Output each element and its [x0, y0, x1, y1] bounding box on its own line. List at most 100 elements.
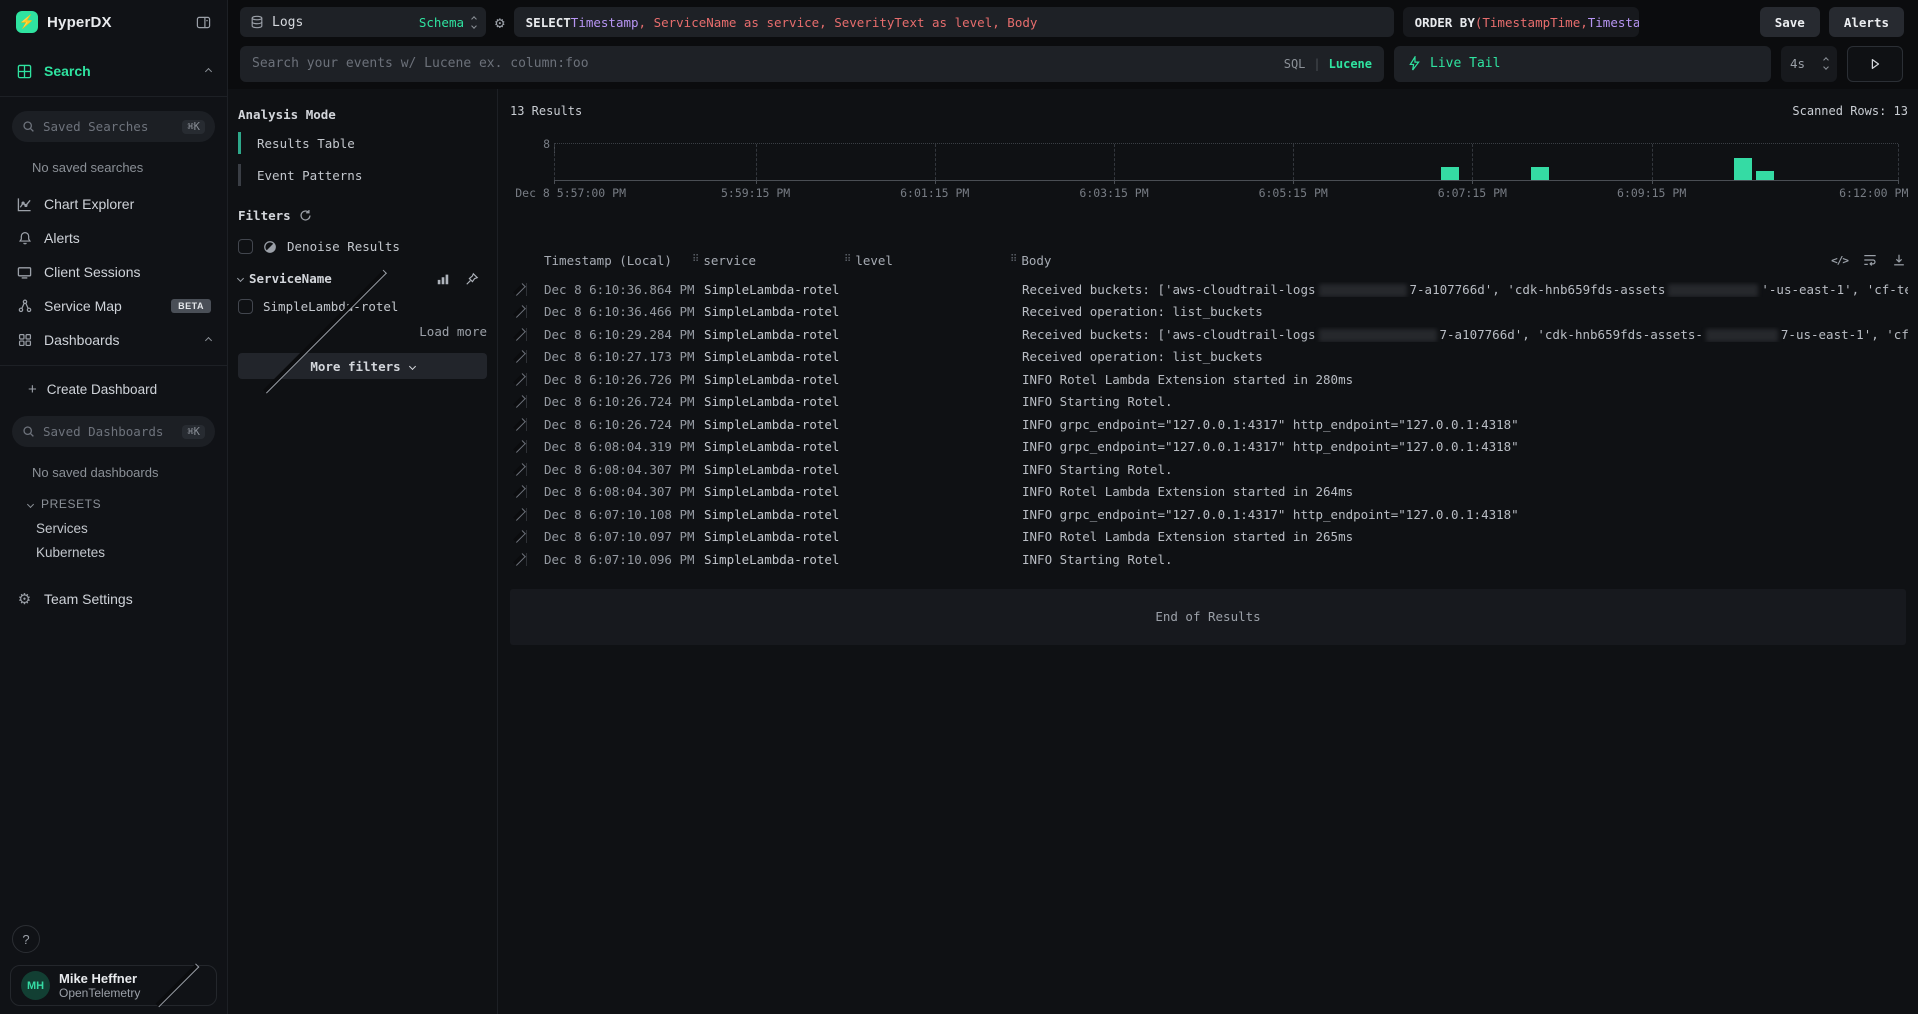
filter-value-checkbox[interactable]: [238, 299, 253, 314]
download-icon[interactable]: [1892, 253, 1906, 267]
lucene-toggle[interactable]: Lucene: [1329, 57, 1372, 71]
alerts-button[interactable]: Alerts: [1829, 7, 1904, 37]
sidebar-item-team-settings[interactable]: ⚙ Team Settings: [0, 582, 227, 616]
row-expand-cell[interactable]: [510, 422, 526, 427]
sql-toggle[interactable]: SQL: [1284, 57, 1306, 71]
row-expand-icon[interactable]: [513, 440, 526, 453]
histogram-bar[interactable]: [1734, 158, 1752, 181]
schema-label[interactable]: Schema: [419, 15, 464, 30]
more-filters-button[interactable]: More filters: [238, 353, 487, 379]
event-search-input[interactable]: [252, 56, 1276, 71]
row-expand-cell[interactable]: [510, 287, 526, 292]
row-expand-icon[interactable]: [513, 530, 526, 543]
row-expand-cell[interactable]: [510, 377, 526, 382]
row-expand-cell[interactable]: [510, 444, 526, 449]
row-expand-cell[interactable]: [510, 354, 526, 359]
select-query-input[interactable]: SELECT Timestamp, ServiceName as service…: [514, 7, 1394, 37]
filter-value-simplelambda[interactable]: SimpleLambda-rotel: [238, 299, 487, 314]
row-expand-cell[interactable]: [510, 512, 526, 517]
presets-toggle[interactable]: PRESETS: [0, 492, 227, 516]
saved-dashboards-field[interactable]: [43, 424, 174, 439]
column-header-body[interactable]: ⠿ Body </>: [1010, 253, 1908, 268]
row-expand-icon[interactable]: [513, 395, 526, 408]
wrap-lines-icon[interactable]: [1863, 253, 1877, 267]
row-expand-icon[interactable]: [513, 485, 526, 498]
source-select[interactable]: Logs Schema: [240, 7, 486, 37]
sidebar-item-alerts[interactable]: Alerts: [0, 221, 227, 255]
row-expand-icon[interactable]: [513, 328, 526, 341]
load-more-button[interactable]: Load more: [238, 324, 487, 339]
row-expand-cell[interactable]: [510, 467, 526, 472]
log-row[interactable]: Dec 8 6:10:36.466 PMSimpleLambda-rotelRe…: [510, 301, 1908, 324]
play-button[interactable]: [1847, 46, 1903, 82]
user-card[interactable]: MH Mike Heffner OpenTelemetry: [10, 965, 217, 1006]
log-row[interactable]: Dec 8 6:08:04.319 PMSimpleLambda-rotelIN…: [510, 436, 1908, 459]
sidebar-item-label: Chart Explorer: [44, 196, 134, 212]
log-row[interactable]: Dec 8 6:10:26.724 PMSimpleLambda-rotelIN…: [510, 391, 1908, 414]
row-expand-icon[interactable]: [513, 305, 526, 318]
histogram-bar[interactable]: [1441, 167, 1459, 181]
log-row[interactable]: Dec 8 6:07:10.108 PMSimpleLambda-rotelIN…: [510, 503, 1908, 526]
mode-event-patterns[interactable]: Event Patterns: [238, 164, 487, 186]
saved-searches-input[interactable]: ⌘K: [12, 111, 215, 142]
saved-searches-field[interactable]: [43, 119, 174, 134]
sidebar-item-client-sessions[interactable]: Client Sessions: [0, 255, 227, 289]
preset-item-kubernetes[interactable]: Kubernetes: [0, 540, 227, 564]
drag-handle-icon[interactable]: ⠿: [692, 255, 699, 265]
row-expand-icon[interactable]: [513, 373, 526, 386]
help-button[interactable]: ?: [12, 925, 40, 953]
log-row[interactable]: Dec 8 6:10:26.726 PMSimpleLambda-rotelIN…: [510, 368, 1908, 391]
denoise-results-option[interactable]: Denoise Results: [238, 239, 487, 254]
sidebar-collapse-icon[interactable]: [196, 15, 211, 30]
saved-dashboards-input[interactable]: ⌘K: [12, 416, 215, 447]
log-row[interactable]: Dec 8 6:07:10.097 PMSimpleLambda-rotelIN…: [510, 526, 1908, 549]
drag-handle-icon[interactable]: ⠿: [844, 255, 851, 265]
log-row[interactable]: Dec 8 6:10:26.724 PMSimpleLambda-rotelIN…: [510, 413, 1908, 436]
save-button[interactable]: Save: [1760, 7, 1820, 37]
row-expand-icon[interactable]: [513, 463, 526, 476]
row-expand-icon[interactable]: [513, 508, 526, 521]
sidebar-item-chart-explorer[interactable]: Chart Explorer: [0, 187, 227, 221]
gear-icon[interactable]: ⚙: [495, 13, 505, 32]
log-row[interactable]: Dec 8 6:10:36.864 PMSimpleLambda-rotelRe…: [510, 278, 1908, 301]
drag-handle-icon[interactable]: ⠿: [1010, 255, 1017, 265]
denoise-checkbox[interactable]: [238, 239, 253, 254]
log-row[interactable]: Dec 8 6:08:04.307 PMSimpleLambda-rotelIN…: [510, 481, 1908, 504]
row-expand-cell[interactable]: [510, 557, 526, 562]
histogram-bar[interactable]: [1531, 167, 1549, 181]
sidebar-item-search[interactable]: Search: [0, 54, 227, 88]
sidebar-item-label: Dashboards: [44, 332, 120, 348]
log-row[interactable]: Dec 8 6:07:10.096 PMSimpleLambda-rotelIN…: [510, 548, 1908, 571]
preset-item-services[interactable]: Services: [0, 516, 227, 540]
row-expand-cell[interactable]: [510, 309, 526, 314]
chart-mini-icon[interactable]: [436, 272, 450, 286]
row-expand-cell[interactable]: [510, 399, 526, 404]
create-dashboard-button[interactable]: + Create Dashboard: [0, 374, 227, 404]
mode-results-table[interactable]: Results Table: [238, 132, 487, 154]
log-row[interactable]: Dec 8 6:10:29.284 PMSimpleLambda-rotelRe…: [510, 323, 1908, 346]
column-header-service[interactable]: ⠿ service: [692, 253, 844, 268]
row-expand-icon[interactable]: [513, 553, 526, 566]
order-by-input[interactable]: ORDER BY (TimestampTime, Timestamp) DESC: [1403, 7, 1639, 37]
row-expand-icon[interactable]: [513, 283, 526, 296]
row-expand-icon[interactable]: [513, 418, 526, 431]
refresh-interval-select[interactable]: 4s: [1781, 46, 1837, 82]
event-search-box[interactable]: SQL | Lucene: [240, 46, 1384, 82]
sidebar-item-service-map[interactable]: Service Map BETA: [0, 289, 227, 323]
filter-group-servicename[interactable]: ServiceName: [238, 271, 487, 286]
view-source-icon[interactable]: </>: [1831, 254, 1848, 267]
row-expand-cell[interactable]: [510, 534, 526, 539]
row-expand-icon[interactable]: [513, 350, 526, 363]
sidebar-item-dashboards[interactable]: Dashboards: [0, 323, 227, 357]
refresh-icon[interactable]: [299, 209, 312, 222]
histogram-bar[interactable]: [1756, 171, 1774, 180]
live-tail-button[interactable]: Live Tail: [1394, 46, 1771, 82]
row-expand-cell[interactable]: [510, 332, 526, 337]
row-expand-cell[interactable]: [510, 489, 526, 494]
column-header-level[interactable]: ⠿ level: [844, 253, 1010, 268]
results-table: Timestamp (Local) ⠿ service ⠿ level ⠿ Bo…: [510, 250, 1908, 571]
pin-icon[interactable]: [465, 272, 479, 286]
column-header-timestamp[interactable]: Timestamp (Local): [534, 253, 692, 268]
log-row[interactable]: Dec 8 6:10:27.173 PMSimpleLambda-rotelRe…: [510, 346, 1908, 369]
log-row[interactable]: Dec 8 6:08:04.307 PMSimpleLambda-rotelIN…: [510, 458, 1908, 481]
